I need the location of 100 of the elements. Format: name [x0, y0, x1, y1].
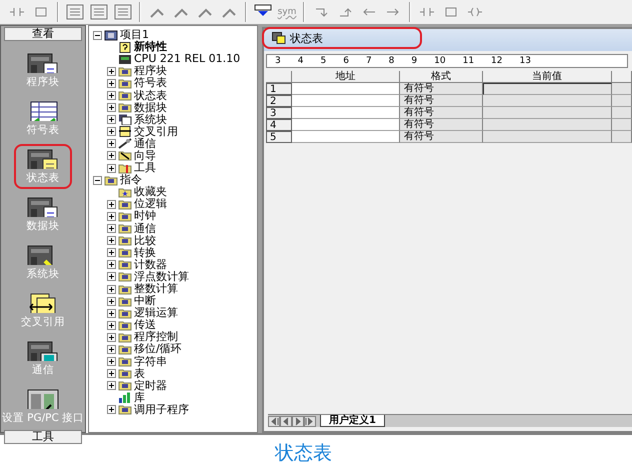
expand-toggle[interactable] — [107, 405, 116, 414]
tree-item[interactable]: 比较 — [134, 234, 156, 247]
address-cell[interactable] — [292, 95, 400, 107]
expand-toggle[interactable] — [107, 284, 116, 294]
tree-item[interactable]: 向导 — [134, 150, 156, 162]
view-icon[interactable] — [66, 4, 84, 20]
scroll-button[interactable] — [292, 416, 304, 426]
expand-toggle[interactable] — [107, 369, 116, 378]
expand-toggle[interactable] — [107, 78, 116, 88]
help-icon — [118, 42, 132, 53]
tree-item[interactable]: 工具 — [134, 162, 156, 174]
data-block-icon — [27, 197, 59, 217]
expand-toggle[interactable] — [107, 272, 116, 282]
expand-toggle[interactable] — [107, 296, 116, 306]
tree-item[interactable]: 指令 — [120, 174, 142, 186]
tree-item[interactable]: 计数器 — [134, 258, 167, 271]
tree-item[interactable]: 转换 — [134, 246, 156, 259]
box-icon[interactable] — [33, 6, 49, 18]
tools-header[interactable]: 工具 — [4, 430, 82, 444]
address-cell[interactable] — [292, 131, 400, 143]
scroll-button[interactable] — [304, 416, 316, 426]
table-cell[interactable]: 有符号 — [400, 95, 483, 107]
arrow-down-icon[interactable] — [314, 6, 328, 18]
tree-item[interactable]: 整数计算 — [134, 283, 178, 296]
value-cell[interactable] — [483, 119, 612, 131]
tree-item[interactable]: CPU 221 REL 01.10 — [134, 53, 240, 66]
expand-toggle[interactable] — [107, 344, 116, 354]
tree-item[interactable]: 程序块 — [134, 65, 167, 78]
arrow-up-icon[interactable] — [338, 6, 352, 18]
tree-item[interactable]: 传送 — [134, 319, 156, 332]
view-header[interactable]: 查看 — [4, 27, 82, 41]
coil-icon[interactable] — [467, 6, 483, 18]
expand-toggle[interactable] — [107, 139, 116, 148]
expand-toggle[interactable] — [107, 212, 116, 221]
tree-item[interactable]: 数据块 — [134, 102, 167, 114]
tree-item[interactable]: 项目1 — [120, 29, 149, 42]
tree-item[interactable]: 交叉引用 — [134, 126, 178, 138]
table-cell[interactable]: 有符号 — [400, 131, 483, 143]
expand-toggle[interactable] — [107, 151, 116, 160]
document-icon — [118, 114, 132, 126]
tree-item[interactable]: 定时器 — [134, 380, 167, 392]
tree-item[interactable]: 调用子程序 — [134, 404, 189, 416]
expand-toggle[interactable] — [107, 103, 116, 112]
tree-item[interactable]: 位逻辑 — [134, 198, 167, 210]
collapse-toggle[interactable] — [93, 30, 102, 40]
folder-icon — [118, 296, 132, 307]
expand-toggle[interactable] — [107, 200, 116, 209]
tree-item[interactable]: 时钟 — [134, 210, 156, 222]
tree-item[interactable]: 收藏夹 — [134, 186, 167, 198]
folder-icon — [118, 247, 132, 258]
tree-item[interactable]: 通信 — [134, 138, 156, 150]
tree-item[interactable]: 中断 — [134, 295, 156, 308]
tree-item[interactable]: 符号表 — [134, 77, 167, 90]
view-icon[interactable] — [90, 4, 108, 20]
scroll-button[interactable] — [280, 416, 292, 426]
expand-toggle[interactable] — [107, 308, 116, 318]
address-cell[interactable] — [292, 83, 400, 95]
expand-toggle[interactable] — [107, 164, 116, 173]
expand-toggle[interactable] — [107, 248, 116, 258]
expand-toggle[interactable] — [107, 332, 116, 342]
tree-item[interactable]: 程序控制 — [134, 331, 178, 344]
tree-item[interactable]: 系统块 — [134, 114, 167, 126]
tree-item[interactable]: 字符串 — [134, 356, 167, 368]
table-cell[interactable]: 有符号 — [400, 107, 483, 119]
expand-toggle[interactable] — [107, 260, 116, 270]
expand-toggle[interactable] — [107, 127, 116, 136]
tree-item[interactable]: 移位/循环 — [134, 343, 182, 356]
view-icon[interactable] — [114, 4, 132, 20]
contact-icon[interactable] — [419, 6, 435, 18]
tree-item[interactable]: 逻辑运算 — [134, 307, 178, 320]
sheet-tab[interactable]: 用户定义1 — [320, 415, 385, 427]
tree-item[interactable]: 表 — [134, 368, 145, 380]
tree-item[interactable]: 通信 — [134, 222, 156, 235]
tree-item[interactable]: 浮点数计算 — [134, 270, 189, 283]
arrow-right-icon[interactable] — [386, 6, 400, 18]
contact-icon[interactable] — [9, 6, 25, 18]
address-cell[interactable] — [292, 119, 400, 131]
expand-toggle[interactable] — [107, 236, 116, 246]
expand-toggle[interactable] — [107, 66, 116, 76]
value-cell[interactable] — [483, 131, 612, 143]
expand-toggle[interactable] — [107, 381, 116, 390]
tree-item[interactable]: 新特性 — [134, 41, 167, 54]
expand-toggle[interactable] — [107, 115, 116, 124]
expand-toggle[interactable] — [107, 91, 116, 100]
tree-item[interactable]: 状态表 — [134, 90, 167, 102]
address-cell[interactable] — [292, 107, 400, 119]
ruler: 3 4 5 6 7 8 9 10 11 12 13 — [266, 54, 628, 68]
value-cell[interactable] — [483, 107, 612, 119]
expand-toggle[interactable] — [107, 357, 116, 366]
expand-toggle[interactable] — [107, 224, 116, 234]
table-cell[interactable]: 有符号 — [400, 119, 483, 131]
value-cell[interactable] — [483, 83, 612, 95]
scroll-button[interactable] — [268, 416, 280, 426]
expand-toggle[interactable] — [107, 320, 116, 330]
table-cell[interactable]: 有符号 — [400, 83, 483, 95]
value-cell[interactable] — [483, 95, 612, 107]
collapse-toggle[interactable] — [93, 176, 102, 185]
tree-item[interactable]: 库 — [134, 392, 145, 404]
arrow-left-icon[interactable] — [362, 6, 376, 18]
box-icon[interactable] — [443, 6, 459, 18]
